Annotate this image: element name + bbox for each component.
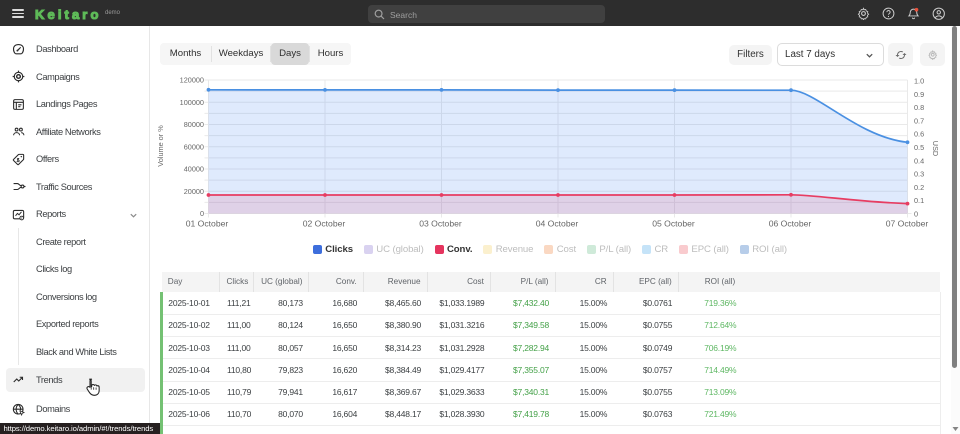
svg-text:0.2: 0.2 [914,183,924,192]
svg-text:03 October: 03 October [419,219,462,229]
svg-text:01 October: 01 October [186,219,229,229]
svg-text:0.5: 0.5 [914,143,924,152]
svg-text:60000: 60000 [184,142,204,151]
svg-text:0.3: 0.3 [914,170,924,179]
svg-text:USD: USD [931,141,940,156]
svg-text:0.7: 0.7 [914,116,924,125]
svg-text:Volume or %: Volume or % [156,125,165,167]
svg-text:100000: 100000 [180,98,204,107]
svg-text:0.6: 0.6 [914,130,924,139]
svg-text:05 October: 05 October [652,219,695,229]
svg-text:07 October: 07 October [886,219,929,229]
svg-text:1.0: 1.0 [914,77,924,86]
svg-text:20000: 20000 [184,187,204,196]
svg-text:0.9: 0.9 [914,90,924,99]
svg-text:0.1: 0.1 [914,196,924,205]
svg-text:02 October: 02 October [303,219,346,229]
svg-text:80000: 80000 [184,120,204,129]
svg-text:0: 0 [200,209,204,218]
svg-text:120000: 120000 [180,76,204,85]
svg-text:0.8: 0.8 [914,103,924,112]
svg-text:06 October: 06 October [769,219,812,229]
svg-text:0: 0 [914,210,918,219]
svg-text:40000: 40000 [184,165,204,174]
svg-text:04 October: 04 October [536,219,579,229]
svg-text:0.4: 0.4 [914,156,924,165]
